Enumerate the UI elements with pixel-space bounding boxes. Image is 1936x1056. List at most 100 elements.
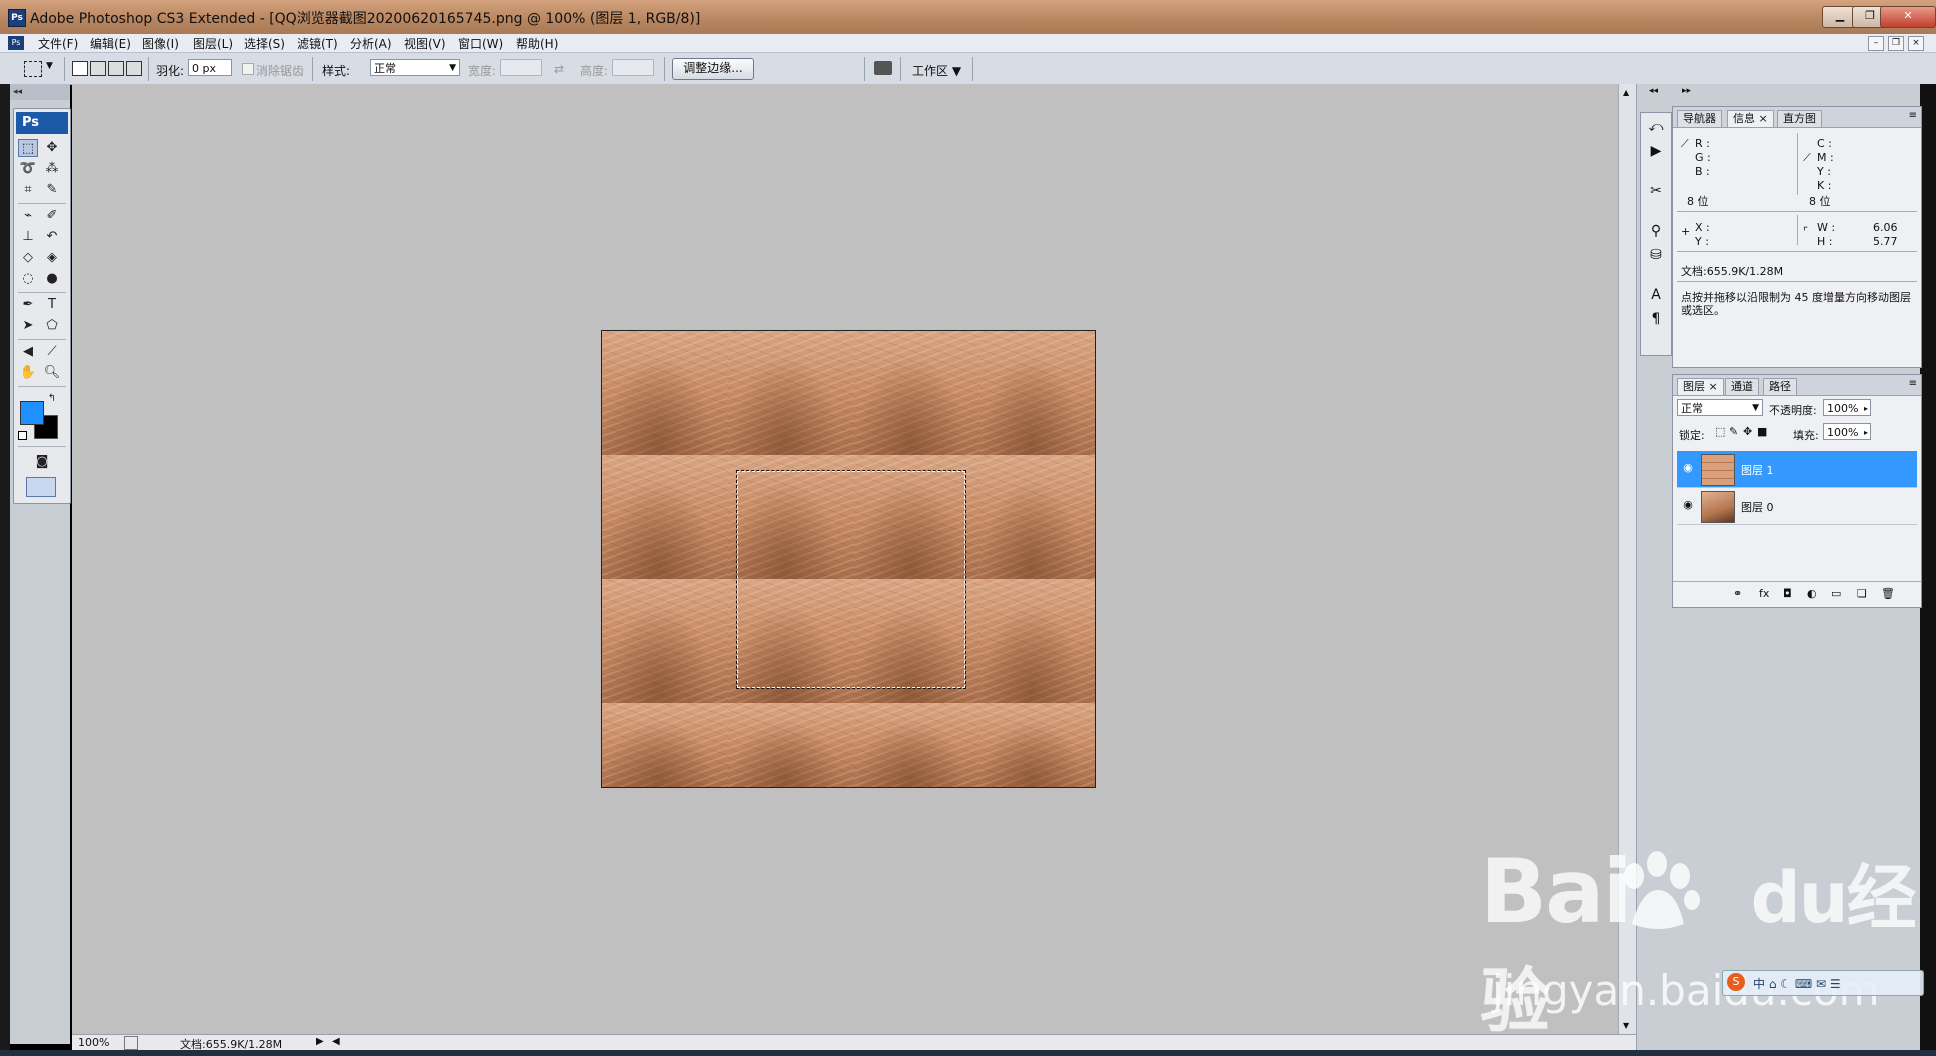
ime-tools-icon[interactable]: 中 ⌂ ☾ ⌨ ✉ ☰	[1753, 975, 1841, 992]
screen-mode-icon[interactable]	[26, 477, 56, 497]
tab-layers[interactable]: 图层 ×	[1677, 378, 1724, 395]
link-layers-icon[interactable]: ⚭	[1733, 587, 1742, 600]
clone-source-icon[interactable]: ⛁	[1645, 245, 1667, 265]
style-select[interactable]: 正常 ▼	[370, 59, 460, 76]
lasso-tool-icon[interactable]: ➰	[18, 160, 38, 178]
layer-row-1[interactable]: ◉ 图层 1	[1677, 451, 1917, 488]
doc-close-icon[interactable]: ×	[1908, 36, 1924, 51]
status-menu-arrow-icon[interactable]: ▶	[316, 1036, 324, 1047]
height-input[interactable]	[612, 59, 654, 76]
swap-colors-icon[interactable]: ↰	[46, 393, 58, 405]
menu-window[interactable]: 窗口(W)	[458, 35, 503, 52]
hand-tool-icon[interactable]: ✋	[18, 364, 38, 382]
refine-edge-button[interactable]: 调整边缘...	[672, 58, 754, 80]
width-input[interactable]	[500, 59, 542, 76]
fill-input[interactable]: 100% ▸	[1823, 423, 1871, 440]
hscroll-left-icon[interactable]: ◀	[332, 1036, 340, 1047]
feather-input[interactable]: 0 px	[188, 59, 232, 76]
marquee-selection[interactable]	[736, 470, 966, 689]
notes-tool-icon[interactable]: ◀	[18, 343, 38, 361]
clone-stamp-tool-icon[interactable]: ⊥	[18, 228, 38, 246]
eyedropper-tool-icon[interactable]: ⟋	[42, 343, 62, 361]
default-colors-icon[interactable]	[18, 431, 27, 440]
crop-tool-icon[interactable]: ⌗	[18, 181, 38, 199]
actions-panel-icon[interactable]: ▶	[1645, 141, 1667, 161]
move-tool-icon[interactable]: ✥	[42, 139, 62, 157]
blur-tool-icon[interactable]: ◌	[18, 270, 38, 288]
magic-wand-tool-icon[interactable]: ⁂	[42, 160, 62, 178]
custom-shape-tool-icon[interactable]: ⬠	[42, 317, 62, 335]
rect-marquee-tool-icon[interactable]: ⬚	[18, 139, 38, 157]
doc-minimize-icon[interactable]: –	[1868, 36, 1884, 51]
tab-info[interactable]: 信息 ×	[1727, 110, 1774, 127]
preset-dropdown-arrow-icon[interactable]: ▼	[46, 61, 53, 71]
new-selection-icon[interactable]	[72, 61, 88, 76]
opacity-input[interactable]: 100% ▸	[1823, 399, 1871, 416]
panel-menu-icon[interactable]: ≡	[1909, 378, 1917, 389]
add-selection-icon[interactable]	[90, 61, 106, 76]
layer-name[interactable]: 图层 0	[1741, 499, 1774, 515]
blend-mode-select[interactable]: 正常 ▼	[1677, 399, 1763, 416]
tool-presets-icon[interactable]: ✂	[1645, 181, 1667, 201]
menu-image[interactable]: 图像(I)	[142, 35, 179, 52]
intersect-selection-icon[interactable]	[126, 61, 142, 76]
layer-row-0[interactable]: ◉ 图层 0	[1677, 488, 1917, 525]
zoom-level[interactable]: 100%	[78, 1036, 109, 1049]
character-panel-icon[interactable]: A	[1645, 285, 1667, 305]
layer-mask-icon[interactable]: ◘	[1783, 587, 1792, 600]
menu-select[interactable]: 选择(S)	[244, 35, 285, 52]
history-panel-icon[interactable]: ⤺	[1645, 117, 1667, 137]
menu-view[interactable]: 视图(V)	[404, 35, 446, 52]
tab-channels[interactable]: 通道	[1725, 378, 1759, 395]
type-tool-icon[interactable]: T	[42, 296, 62, 314]
menu-edit[interactable]: 编辑(E)	[90, 35, 131, 52]
visibility-eye-icon[interactable]: ◉	[1681, 461, 1695, 475]
document-icon[interactable]: Ps	[8, 36, 24, 50]
path-selection-tool-icon[interactable]: ➤	[18, 317, 38, 335]
pen-tool-icon[interactable]: ✒	[18, 296, 38, 314]
history-brush-tool-icon[interactable]: ↶	[42, 228, 62, 246]
brush-tool-icon[interactable]: ✐	[42, 207, 62, 225]
eraser-tool-icon[interactable]: ◇	[18, 249, 38, 267]
layer-style-icon[interactable]: fx	[1759, 587, 1769, 600]
menu-analysis[interactable]: 分析(A)	[350, 35, 392, 52]
status-info-icon[interactable]	[124, 1036, 138, 1050]
subtract-selection-icon[interactable]	[108, 61, 124, 76]
menu-file[interactable]: 文件(F)	[38, 35, 78, 52]
new-layer-icon[interactable]: ❏	[1857, 587, 1867, 600]
doc-restore-icon[interactable]: ❐	[1888, 36, 1904, 51]
delete-layer-icon[interactable]: 🗑︎	[1881, 587, 1895, 600]
ime-toolbar[interactable]: S 中 ⌂ ☾ ⌨ ✉ ☰	[1722, 970, 1924, 996]
collapse-arrows-icon[interactable]: ▸▸	[1682, 86, 1691, 96]
healing-brush-tool-icon[interactable]: ⌁	[18, 207, 38, 225]
rect-marquee-preset-icon[interactable]	[24, 61, 42, 77]
layer-name[interactable]: 图层 1	[1741, 462, 1774, 478]
scroll-up-icon[interactable]: ▲	[1623, 88, 1629, 97]
tab-navigator[interactable]: 导航器	[1677, 110, 1722, 127]
close-icon[interactable]: ✕	[1880, 6, 1936, 28]
lock-pixels-icon[interactable]: ✎	[1729, 425, 1738, 438]
adjustment-layer-icon[interactable]: ◐	[1807, 587, 1817, 600]
lock-position-icon[interactable]: ✥	[1743, 425, 1752, 438]
antialias-checkbox[interactable]	[242, 63, 254, 75]
workspace-button[interactable]: 工作区 ▼	[912, 62, 961, 79]
swap-icon[interactable]: ⇄	[554, 62, 564, 76]
tab-paths[interactable]: 路径	[1763, 378, 1797, 395]
panel-menu-icon[interactable]: ≡	[1909, 110, 1917, 121]
new-group-icon[interactable]: ▭	[1831, 587, 1841, 600]
lock-all-icon[interactable]: ■	[1757, 425, 1767, 438]
collapse-arrows-icon[interactable]: ◂◂	[1649, 86, 1658, 96]
collapse-arrows-icon[interactable]: ◂◂	[10, 84, 70, 100]
paragraph-panel-icon[interactable]: ¶	[1645, 309, 1667, 329]
bridge-icon[interactable]	[874, 61, 892, 75]
brushes-panel-icon[interactable]: ⚲	[1645, 221, 1667, 241]
tab-histogram[interactable]: 直方图	[1777, 110, 1822, 127]
paint-bucket-tool-icon[interactable]: ◈	[42, 249, 62, 267]
ime-logo-icon[interactable]: S	[1727, 973, 1745, 991]
lock-transparent-icon[interactable]: ⬚	[1715, 425, 1725, 438]
dodge-tool-icon[interactable]: ●	[42, 270, 62, 288]
menu-layer[interactable]: 图层(L)	[193, 35, 233, 52]
slice-tool-icon[interactable]: ✎	[42, 181, 62, 199]
foreground-color-swatch[interactable]	[20, 401, 44, 425]
menu-help[interactable]: 帮助(H)	[516, 35, 558, 52]
